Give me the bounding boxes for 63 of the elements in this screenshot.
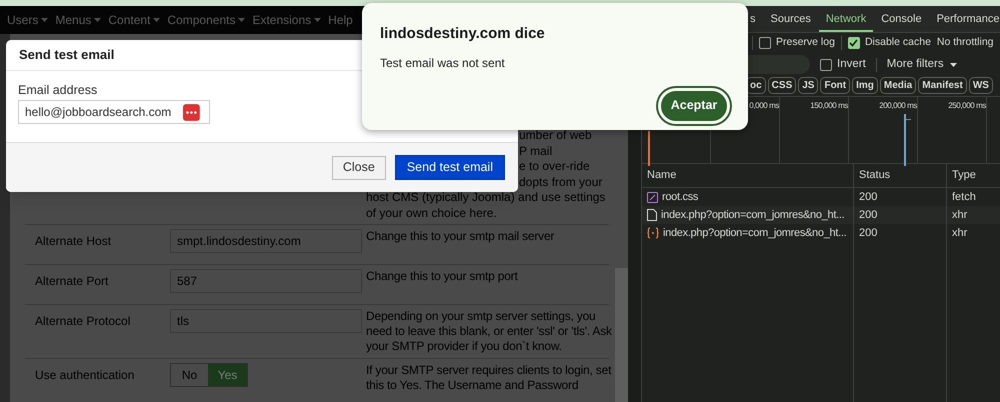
filter-chip[interactable]: Font: [820, 77, 850, 94]
alert-message: Test email was not sent: [380, 54, 505, 72]
field-label: Email address: [18, 83, 98, 98]
column-header[interactable]: Type: [952, 167, 976, 184]
filter-chip[interactable]: Img: [852, 77, 878, 94]
request-name[interactable]: root.css: [662, 188, 698, 206]
table-cell-text: 200: [859, 208, 878, 223]
description-text: host CMS (typically Joomla) and use settings: [366, 190, 606, 204]
checkbox-label: Disable cache: [864, 35, 931, 50]
description-text: P mail: [519, 144, 552, 158]
column-header[interactable]: Status: [859, 167, 890, 184]
filter-chip[interactable]: CSS: [768, 77, 796, 94]
timeline-tick-label: 200,000 ms: [879, 100, 917, 110]
description-text: dopts from your: [519, 174, 602, 188]
dialog-title: Send test email: [19, 46, 114, 64]
checkbox[interactable]: [820, 58, 832, 71]
request-name[interactable]: index.php?option=com_jomres&no_ht...: [663, 224, 846, 242]
devtools-tab[interactable]: Network: [818, 6, 874, 32]
accept-button[interactable]: Aceptar: [658, 88, 730, 124]
throttling-dropdown[interactable]: No throttling: [936, 35, 994, 51]
send-button[interactable]: Send test email: [394, 155, 505, 180]
setting-description: Change this to your smtp mail server: [366, 229, 556, 245]
dots-icon[interactable]: [183, 104, 200, 120]
setting-label: Alternate Protocol: [34, 313, 132, 330]
request-name[interactable]: index.php?option=com_jomres&no_ht...: [661, 206, 844, 224]
filter-dropdown[interactable]: More filters: [886, 56, 957, 74]
close-button[interactable]: Close: [332, 156, 386, 180]
setting-label: Use authentication: [34, 367, 136, 384]
setting-label: Alternate Host: [34, 233, 112, 250]
checkbox-label: Preserve log: [776, 35, 835, 50]
filter-chip[interactable]: WS: [968, 77, 993, 94]
checkbox[interactable]: [848, 37, 860, 50]
caret-icon: [950, 62, 957, 67]
checkbox[interactable]: [759, 37, 771, 50]
stylesheet-icon: [647, 192, 658, 203]
table-cell-text: 200: [859, 226, 878, 241]
description-text: e to over-ride: [519, 159, 590, 173]
document-icon: [647, 209, 657, 222]
setting-description: If your SMTP server requires clients to login, set this to Yes. The Username and Password: [366, 363, 612, 394]
timeline-tick-label: 150,000 ms: [810, 100, 848, 110]
devtools-tab[interactable]: Console: [874, 6, 929, 32]
table-cell-text: fetch: [952, 190, 976, 205]
devtools-tab[interactable]: Sources: [764, 6, 818, 32]
filter-chip[interactable]: Manifest: [918, 77, 967, 94]
braces-icon: [647, 227, 659, 240]
email-field[interactable]: hello@jobboardsearch.com: [18, 100, 210, 124]
checkbox-label: Invert: [837, 56, 866, 72]
description-text: of your own choice here.: [366, 206, 497, 220]
devtools-tab[interactable]: s: [750, 6, 762, 32]
setting-description: Change this to your smtp port: [366, 269, 519, 285]
alert-title: lindosdestiny.com dice: [380, 24, 545, 44]
timeline-tick-label: 250,000 ms: [948, 100, 986, 110]
table-cell-text: xhr: [952, 208, 968, 223]
timeline-tick-label: 0,000 ms: [749, 100, 779, 110]
filter-chip[interactable]: Media: [880, 77, 916, 94]
description-text: umber of web: [519, 128, 592, 142]
setting-description: Depending on your smtp server settings, you need to leave this blank, or enter 'ssl' or 'tls'. Ask your SMTP provider if you don`t know.: [366, 309, 613, 354]
table-cell-text: xhr: [952, 226, 968, 241]
table-cell-text: 200: [859, 190, 878, 205]
setting-label: Alternate Port: [34, 273, 110, 290]
column-header[interactable]: Name: [647, 167, 676, 184]
filter-chip[interactable]: JS: [798, 77, 818, 94]
devtools-tab[interactable]: Performance: [930, 6, 1000, 32]
